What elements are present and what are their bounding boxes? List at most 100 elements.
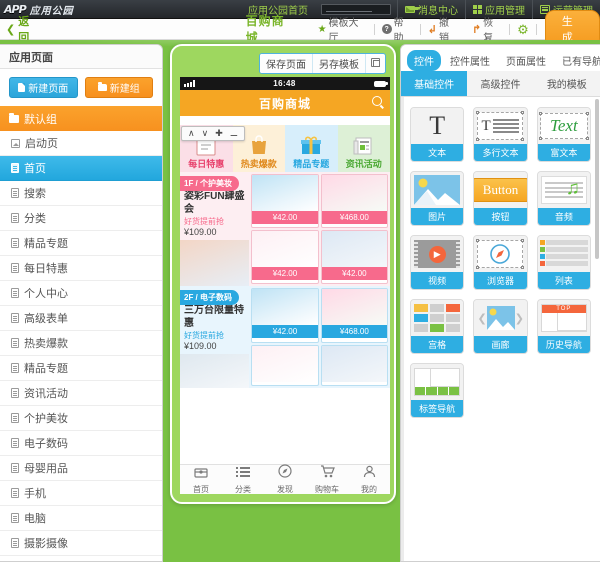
doc-icon <box>11 413 19 423</box>
search-icon[interactable] <box>372 96 382 106</box>
category-item-2[interactable]: 精品专题 <box>285 125 338 172</box>
widget-card-5[interactable]: ♫ 音频 <box>536 171 591 226</box>
tabbar-item-0[interactable]: 首页 <box>180 465 222 494</box>
move-up-icon[interactable]: ∧ <box>188 129 195 138</box>
product-image <box>252 175 318 211</box>
widget-card-8[interactable]: 列表 <box>536 235 591 290</box>
doc-icon <box>11 313 19 323</box>
sidebar-item-15[interactable]: 电脑 <box>0 506 162 531</box>
tabbar-item-4[interactable]: 我的 <box>348 465 390 494</box>
panel-tab-1[interactable]: 控件属性 <box>443 50 497 71</box>
sidebar-item-label: 个护美妆 <box>24 413 68 425</box>
sidebar-item-0[interactable]: 启动页 <box>0 131 162 156</box>
settings-button[interactable]: ⚙ <box>510 23 536 36</box>
tabbar-item-label: 发现 <box>277 485 293 494</box>
sidebar-item-label: 电子数码 <box>24 438 68 450</box>
sidebar-item-13[interactable]: 母婴用品 <box>0 456 162 481</box>
sidebar-item-8[interactable]: 热卖爆款 <box>0 331 162 356</box>
widget-card-2[interactable]: Text 富文本 <box>536 107 591 162</box>
save-page-button[interactable]: 保存页面 <box>260 54 313 73</box>
list-icon <box>236 465 250 483</box>
widget-card-7[interactable]: 浏览器 <box>473 235 528 290</box>
sidebar-item-10[interactable]: 资讯活动 <box>0 381 162 406</box>
move-down-icon[interactable]: ∨ <box>202 129 209 138</box>
app-header: 百购商城 <box>180 90 390 116</box>
product-tile[interactable] <box>251 344 319 386</box>
doc-icon <box>11 338 19 348</box>
widget-card-4[interactable]: Button 按钮 <box>473 171 528 226</box>
widget-card-11[interactable]: TOP 历史导航 <box>536 299 591 354</box>
save-as-template-button[interactable]: 另存模板 <box>313 54 366 73</box>
category-nav[interactable]: ∧ ∨ ✚ ⚊ 每日特惠 热卖爆款 精品专题 资讯活动 <box>180 125 390 172</box>
product-price: ¥42.00 <box>252 325 318 338</box>
rich-text-icon: Text <box>537 108 590 144</box>
panel-tab-3[interactable]: 已有导航 <box>555 50 600 71</box>
app-root: APP 应用公园 应用公园首页 消息中心 应用管理 运营管理 ❮ <box>0 0 600 562</box>
widget-card-10[interactable]: ❮ ❯ 画廊 <box>473 299 528 354</box>
panel-tab-0[interactable]: 控件 <box>407 49 441 71</box>
widget-label: 按钮 <box>474 208 527 225</box>
panel-scrollbar[interactable] <box>595 99 599 259</box>
floor-banner: 2F / 电子数码 <box>180 290 240 305</box>
product-tile[interactable]: ¥42.00 <box>320 230 388 284</box>
sidebar-item-6[interactable]: 个人中心 <box>0 281 162 306</box>
panel-tab-2[interactable]: 页面属性 <box>499 50 553 71</box>
product-tile[interactable]: ¥468.00 <box>320 288 388 343</box>
tabbar-item-label: 首页 <box>193 484 209 494</box>
preview-button[interactable] <box>366 55 385 72</box>
sidebar-group-default[interactable]: 默认组 <box>0 106 162 131</box>
list-widget-icon <box>537 236 590 272</box>
sidebar-item-14[interactable]: 手机 <box>0 481 162 506</box>
sidebar-item-5[interactable]: 每日特惠 <box>0 256 162 281</box>
widget-label: 音频 <box>537 208 590 225</box>
status-clock: 16:48 <box>273 79 296 88</box>
product-tile[interactable]: ¥42.00 <box>251 230 319 284</box>
sidebar-item-3[interactable]: 分类 <box>0 206 162 231</box>
sidebar-item-2[interactable]: 搜索 <box>0 181 162 206</box>
tabbar-item-3[interactable]: 购物车 <box>306 464 348 494</box>
doc-icon <box>11 488 19 498</box>
sidebar-actions: 新建页面 新建组 <box>0 69 162 106</box>
product-tile[interactable]: ¥42.00 <box>251 174 319 228</box>
tabbar-item-1[interactable]: 分类 <box>222 465 264 494</box>
product-tile[interactable]: ¥42.00 <box>251 288 319 343</box>
widget-card-1[interactable]: T 多行文本 <box>473 107 528 162</box>
sidebar-item-9[interactable]: 精品专题 <box>0 356 162 381</box>
signal-icon <box>184 80 195 87</box>
product-tile[interactable] <box>320 344 388 386</box>
sidebar-item-7[interactable]: 高级表单 <box>0 306 162 331</box>
widget-card-9[interactable]: 宫格 <box>410 299 465 354</box>
sidebar-title: 应用页面 <box>0 45 162 69</box>
sidebar-item-label: 每日特惠 <box>24 263 68 275</box>
widget-card-3[interactable]: 图片 <box>410 171 465 226</box>
sidebar-item-4[interactable]: 精品专题 <box>0 231 162 256</box>
add-icon[interactable]: ✚ <box>215 129 223 138</box>
panel-subtab-1[interactable]: 高级控件 <box>467 71 533 96</box>
sidebar-item-label: 高级表单 <box>24 313 68 325</box>
product-image <box>321 231 387 267</box>
widget-card-0[interactable]: T 文本 <box>410 107 465 162</box>
undo-icon: ↲ <box>427 23 437 36</box>
sidebar-item-16[interactable]: 摄影摄像 <box>0 531 162 556</box>
panel-subtab-2[interactable]: 我的模板 <box>534 71 600 96</box>
widget-card-12[interactable]: 标签导航 <box>410 363 465 418</box>
category-item-3[interactable]: 资讯活动 <box>337 125 390 172</box>
category-label: 每日特惠 <box>188 159 225 169</box>
sidebar-group-label: 默认组 <box>24 113 57 126</box>
floor-section-0[interactable]: 1F / 个护美妆 姿彩FUN肆盛会 好货提前抢 ¥109.00 ¥42.00 ¥468.… <box>180 172 390 286</box>
panel-subtab-0[interactable]: 基础控件 <box>401 71 468 96</box>
gift-icon <box>300 132 322 156</box>
floor-section-1[interactable]: 2F / 电子数码 三万台限量特惠 好货提前抢 ¥109.00 ¥42.00 ¥468.0… <box>180 286 390 388</box>
new-group-button[interactable]: 新建组 <box>84 77 153 98</box>
trash-icon[interactable]: ⚊ <box>230 129 238 138</box>
sidebar-item-1[interactable]: 首页 <box>0 156 162 181</box>
sidebar-item-11[interactable]: 个护美妆 <box>0 406 162 431</box>
tabbar-item-2[interactable]: 发现 <box>264 464 306 494</box>
new-page-button[interactable]: 新建页面 <box>9 77 78 98</box>
sidebar-item-label: 精品专题 <box>24 363 68 375</box>
widget-card-6[interactable]: ▶ 视频 <box>410 235 465 290</box>
user-icon <box>363 465 376 483</box>
product-tile[interactable]: ¥468.00 <box>320 174 388 228</box>
sidebar-item-12[interactable]: 电子数码 <box>0 431 162 456</box>
phone-screen: 16:48 百购商城 ∧ ∨ ✚ ⚊ 每日特惠 热卖爆款 精品专题 资讯活动 1… <box>180 77 390 494</box>
